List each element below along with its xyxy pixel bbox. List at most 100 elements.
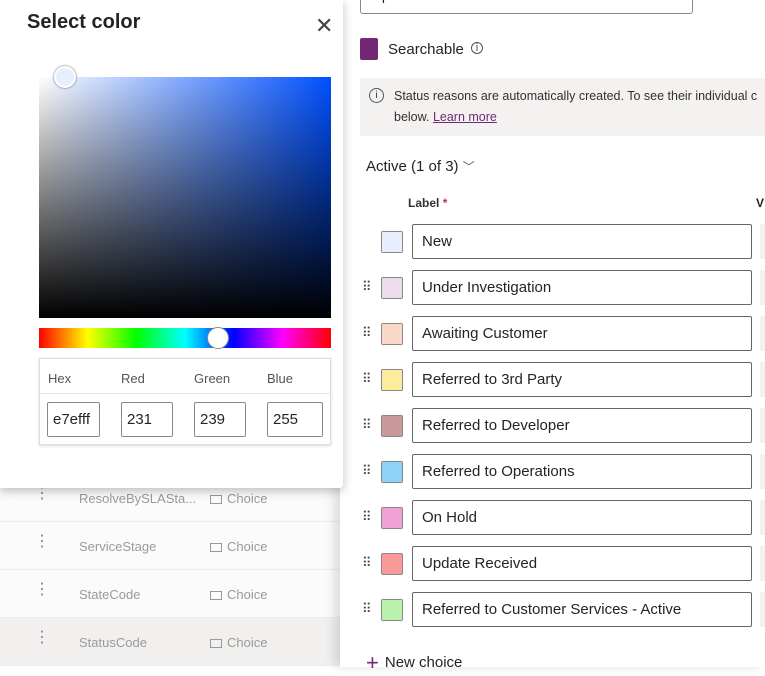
red-label: Red bbox=[121, 371, 145, 386]
color-swatch[interactable] bbox=[381, 461, 403, 483]
drag-handle-icon[interactable]: ⠿ bbox=[362, 463, 371, 479]
dialog-title: Select color bbox=[27, 11, 141, 33]
drag-handle-icon[interactable]: ⠿ bbox=[362, 601, 371, 617]
hue-slider-thumb[interactable] bbox=[207, 327, 229, 349]
choice-row[interactable]: New bbox=[340, 224, 765, 260]
green-input[interactable]: 239 bbox=[194, 402, 246, 437]
type-label: Choice bbox=[227, 539, 268, 554]
searchable-checkbox[interactable] bbox=[360, 38, 378, 60]
color-swatch[interactable] bbox=[381, 369, 403, 391]
drag-handle-icon[interactable]: ⠿ bbox=[362, 279, 371, 295]
column-type: Choice bbox=[210, 491, 267, 506]
drag-handle-icon[interactable]: ⠿ bbox=[362, 555, 371, 571]
choice-label-input[interactable]: Referred to Customer Services - Active bbox=[412, 592, 752, 627]
hue-slider[interactable] bbox=[39, 328, 331, 348]
value-header: V bbox=[756, 196, 765, 210]
column-type: Choice bbox=[210, 539, 267, 554]
group-label: Active (1 of 3) bbox=[366, 158, 459, 175]
choice-icon bbox=[210, 495, 222, 504]
chevron-down-icon: ﹀ bbox=[462, 160, 475, 174]
choice-row[interactable]: ⠿ Referred to Operations bbox=[340, 454, 765, 490]
column-properties-panel: Optional Searchable i iStatus reasons ar… bbox=[340, 0, 765, 675]
value-input[interactable] bbox=[760, 362, 765, 397]
required-mark: * bbox=[442, 196, 448, 210]
type-label: Choice bbox=[227, 635, 268, 650]
choice-row[interactable]: ⠿ Under Investigation bbox=[340, 270, 765, 306]
choice-label-input[interactable]: Referred to 3rd Party bbox=[412, 362, 752, 397]
plus-icon: + bbox=[366, 650, 379, 675]
color-swatch[interactable] bbox=[381, 415, 403, 437]
value-input[interactable] bbox=[760, 224, 765, 259]
color-fields: Hex Red Green Blue e7efff 231 239 255 bbox=[39, 358, 331, 445]
more-icon[interactable]: ⋮ bbox=[34, 486, 50, 502]
choice-row[interactable]: ⠿ Referred to Developer bbox=[340, 408, 765, 444]
choice-row[interactable]: ⠿ Update Received bbox=[340, 546, 765, 582]
required-dropdown[interactable]: Optional bbox=[360, 0, 693, 14]
color-swatch[interactable] bbox=[381, 231, 403, 253]
list-row[interactable]: ⋮ StateCode Choice bbox=[0, 570, 340, 618]
more-icon[interactable]: ⋮ bbox=[34, 534, 50, 550]
choice-row[interactable]: ⠿ Referred to Customer Services - Active bbox=[340, 592, 765, 628]
drag-handle-icon[interactable]: ⠿ bbox=[362, 371, 371, 387]
column-name: StateCode bbox=[79, 587, 141, 602]
blue-label: Blue bbox=[267, 371, 294, 386]
color-swatch[interactable] bbox=[381, 323, 403, 345]
choice-row[interactable]: ⠿ On Hold bbox=[340, 500, 765, 536]
choice-icon bbox=[210, 639, 222, 648]
choice-label-input[interactable]: Awaiting Customer bbox=[412, 316, 752, 351]
value-input[interactable] bbox=[760, 408, 765, 443]
hex-input[interactable]: e7efff bbox=[47, 402, 100, 437]
choice-row[interactable]: ⠿ Referred to 3rd Party bbox=[340, 362, 765, 398]
choice-label-input[interactable]: Update Received bbox=[412, 546, 752, 581]
learn-more-link[interactable]: Learn more bbox=[433, 110, 497, 124]
color-swatch[interactable] bbox=[381, 507, 403, 529]
column-name: ResolveBySLASta... bbox=[79, 491, 197, 506]
blue-input[interactable]: 255 bbox=[267, 402, 323, 437]
choice-label-input[interactable]: On Hold bbox=[412, 500, 752, 535]
saturation-value-picker[interactable] bbox=[39, 77, 331, 318]
type-label: Choice bbox=[227, 491, 268, 506]
drag-handle-icon[interactable]: ⠿ bbox=[362, 417, 371, 433]
select-color-dialog: Select color ✕ Hex Red Green Blue e7efff… bbox=[0, 0, 343, 488]
status-group-toggle[interactable]: Active (1 of 3) ﹀ bbox=[366, 158, 475, 175]
drag-handle-icon[interactable]: ⠿ bbox=[362, 509, 371, 525]
info-icon[interactable]: i bbox=[471, 42, 483, 54]
value-input[interactable] bbox=[760, 592, 765, 627]
choice-label-input[interactable]: Referred to Developer bbox=[412, 408, 752, 443]
label-header: Label * bbox=[408, 196, 447, 210]
label-header-text: Label bbox=[408, 196, 440, 210]
choice-icon bbox=[210, 591, 222, 600]
choice-label-input[interactable]: Referred to Operations bbox=[412, 454, 752, 489]
list-row[interactable]: ⋮ ServiceStage Choice bbox=[0, 522, 340, 570]
choice-label-input[interactable]: Under Investigation bbox=[412, 270, 752, 305]
more-icon[interactable]: ⋮ bbox=[34, 582, 50, 598]
choice-label-input[interactable]: New bbox=[412, 224, 752, 259]
value-input[interactable] bbox=[760, 546, 765, 581]
type-label: Choice bbox=[227, 587, 268, 602]
value-input[interactable] bbox=[760, 500, 765, 535]
info-banner: i Status reasons are automatically create… bbox=[360, 78, 765, 136]
value-input[interactable] bbox=[760, 454, 765, 489]
column-type: Choice bbox=[210, 635, 267, 650]
drag-handle-icon[interactable]: ⠿ bbox=[362, 325, 371, 341]
column-name: ServiceStage bbox=[79, 539, 157, 554]
close-icon[interactable]: ✕ bbox=[315, 15, 333, 37]
color-swatch[interactable] bbox=[381, 599, 403, 621]
choice-row[interactable]: ⠿ Awaiting Customer bbox=[340, 316, 765, 352]
column-name: StatusCode bbox=[79, 635, 147, 650]
info-icon: i bbox=[369, 88, 384, 103]
list-row[interactable]: ⋮ StatusCode Choice bbox=[0, 618, 340, 666]
value-input[interactable] bbox=[760, 270, 765, 305]
red-input[interactable]: 231 bbox=[121, 402, 173, 437]
more-icon[interactable]: ⋮ bbox=[34, 630, 50, 646]
hex-label: Hex bbox=[48, 371, 72, 386]
new-choice-button[interactable]: + New choice bbox=[366, 650, 462, 676]
value-input[interactable] bbox=[760, 316, 765, 351]
color-picker-handle[interactable] bbox=[54, 66, 76, 88]
new-choice-label: New choice bbox=[384, 654, 463, 671]
choice-icon bbox=[210, 543, 222, 552]
color-swatch[interactable] bbox=[381, 553, 403, 575]
green-label: Green bbox=[194, 371, 231, 386]
color-swatch[interactable] bbox=[381, 277, 403, 299]
divider bbox=[40, 393, 330, 394]
